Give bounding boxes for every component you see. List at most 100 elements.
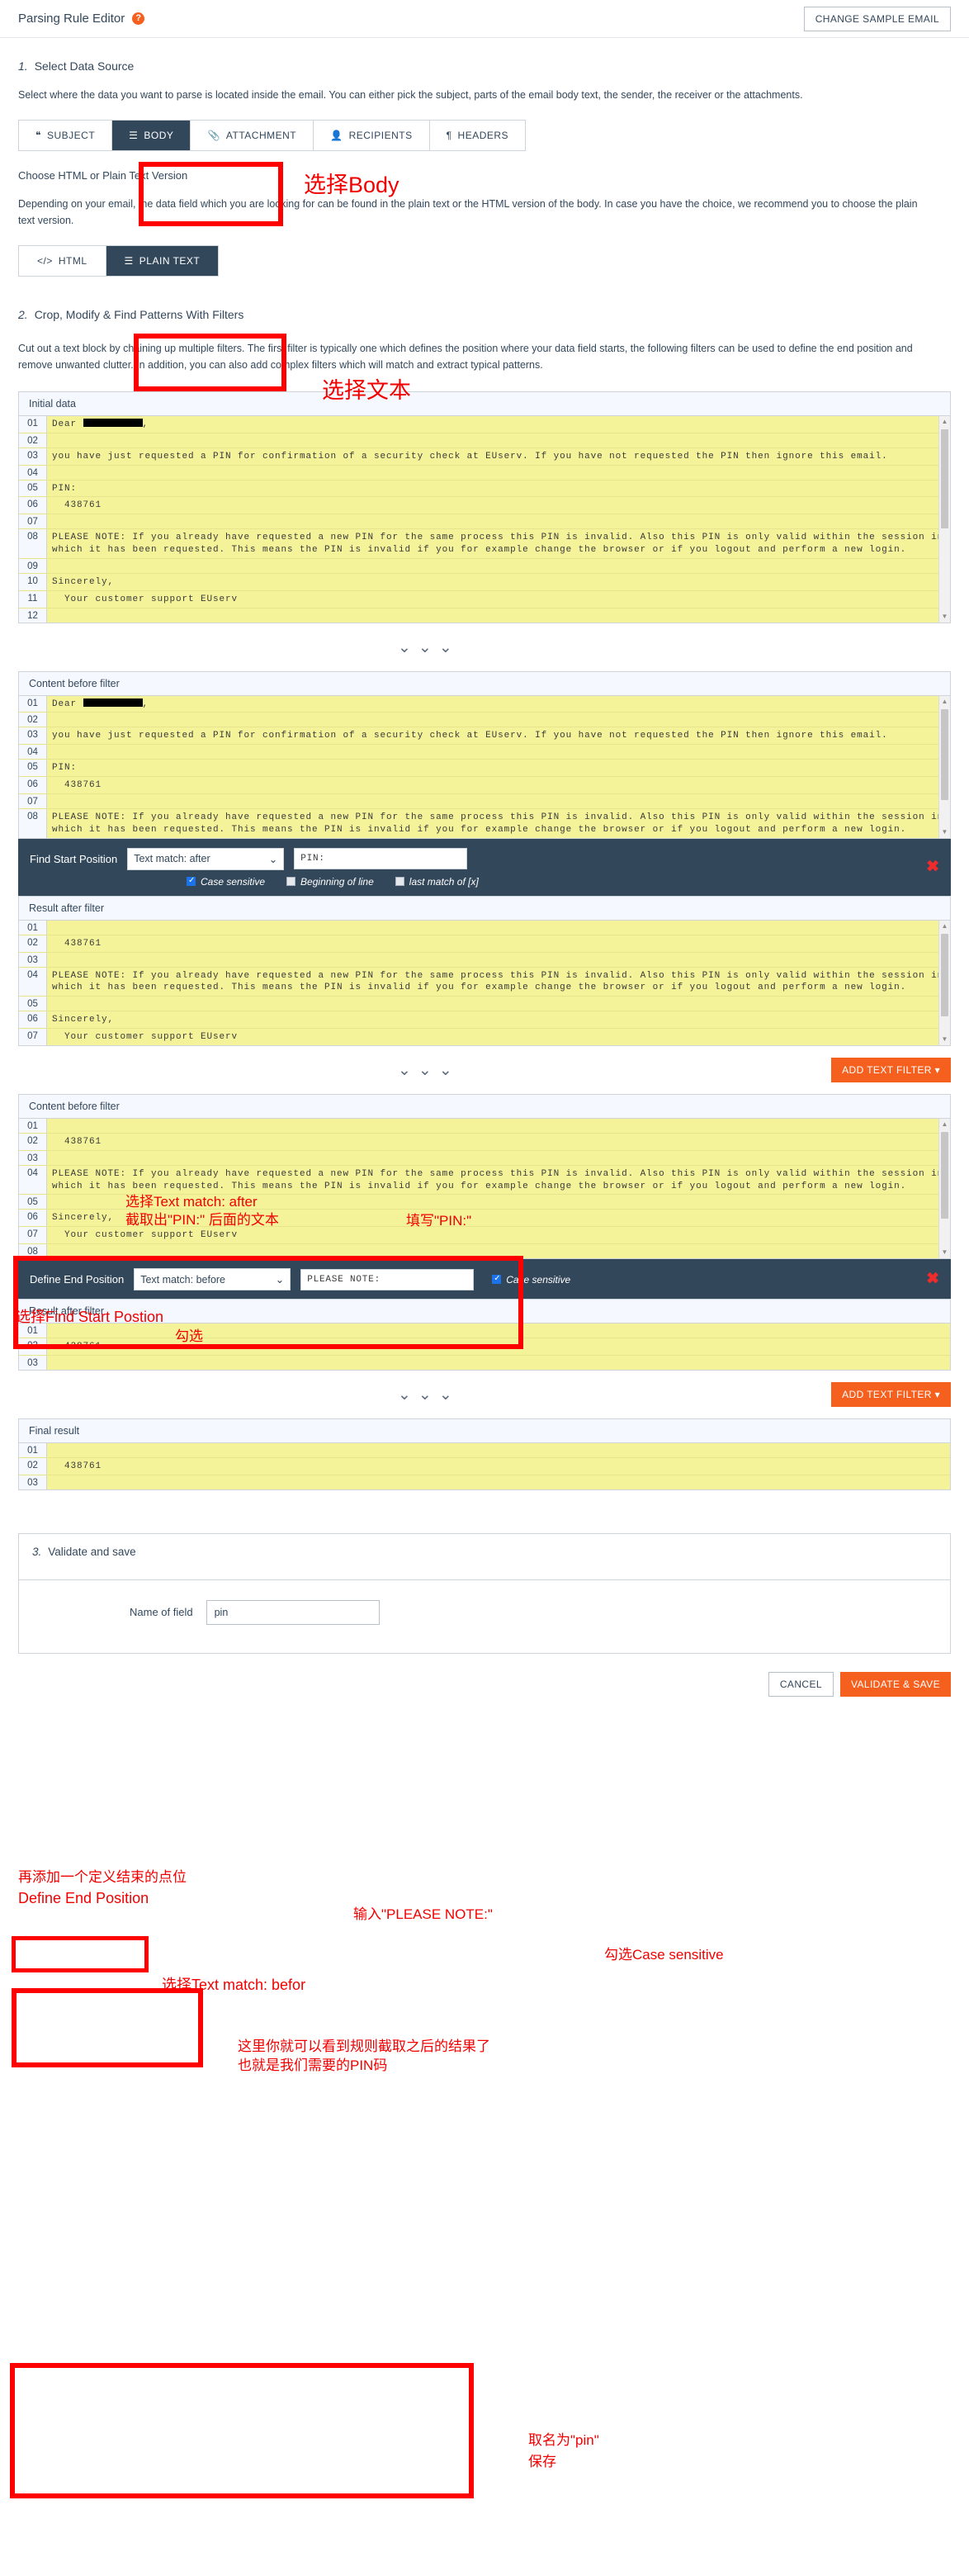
scrollbar-thumb[interactable] [941,429,948,528]
line-text [47,794,950,808]
scroll-down-icon[interactable]: ▼ [939,1247,950,1259]
content-before-filter-rows-1: 01 Dear , 02 03 you have just requested a PI… [19,695,950,838]
add-text-filter-button-2[interactable]: ADD TEXT FILTER ▾ [831,1381,951,1407]
line-text: PLEASE NOTE: If you already have request… [52,533,944,556]
line-number: 03 [19,727,47,745]
filter-label-2: Define End Position [30,1273,125,1286]
footer-buttons: CANCEL VALIDATE & SAVE [18,1671,951,1697]
tab-body[interactable]: ☰ BODY [112,121,191,151]
initial-data-panel: Initial data 01 Dear , 02 03 you have just r… [18,391,951,623]
step1-heading: 1. Select Data Source [0,38,969,73]
code-line: 12 [19,608,950,623]
question-mark-circle-icon[interactable]: ? [132,12,145,25]
final-result-code[interactable]: 01 02 438761 03 [19,1442,950,1489]
line-number: 04 [19,1165,47,1195]
code-line: 04 [19,745,950,760]
checkbox-box[interactable] [187,876,196,887]
scroll-down-icon[interactable]: ▼ [939,1033,950,1045]
checkbox-label: last match of [x] [409,875,479,888]
scrollbar-thumb[interactable] [941,1131,948,1219]
line-number: 01 [19,695,47,713]
line-number: 08 [19,529,47,558]
step3-title: Validate and save [48,1545,136,1558]
tab-attachment-label: ATTACHMENT [225,130,297,142]
line-text [47,466,950,480]
scrollbar-thumb[interactable] [941,933,948,1016]
tab-headers[interactable]: ¶ HEADERS [429,121,526,151]
scroll-up-icon[interactable]: ▲ [939,920,950,932]
scroll-up-icon[interactable]: ▲ [939,695,950,708]
line-number: 05 [19,480,47,497]
initial-data-scrollbar[interactable]: ▲ ▼ [938,415,950,623]
scroll-up-icon[interactable]: ▲ [939,415,950,428]
scroll-up-icon[interactable]: ▲ [939,1118,950,1130]
line-number: 11 [19,590,47,608]
tab-body-label: BODY [144,130,174,142]
code-line: 02 438761 [19,935,950,953]
result-after-filter-code-1[interactable]: 01 02 438761 03 04 PLEASE NOTE: If you alrea… [19,920,950,1045]
content-before-filter-scrollbar-2[interactable]: ▲ ▼ [938,1118,950,1259]
checkbox-box[interactable] [395,877,404,887]
code-line: 01 [19,1118,950,1134]
name-of-field-input[interactable] [206,1599,380,1625]
chevron-group-3: ⌄ ⌄ ⌄ [398,1387,452,1403]
filter-type-select-1[interactable]: Text match: after ⌄ [127,847,285,870]
checkbox-last-match-1[interactable]: last match of [x] [395,876,479,888]
checkbox-box[interactable] [286,877,296,887]
annotation-save: 保存 [528,2454,556,2469]
line-number: 07 [19,514,47,529]
parsing-rule-editor-page: Parsing Rule Editor ? CHANGE SAMPLE EMAI… [0,0,969,2576]
result-after-filter-scrollbar-1[interactable]: ▲ ▼ [938,920,950,1045]
line-text: PLEASE NOTE: If you already have request… [52,1168,944,1191]
tab-recipients[interactable]: 👤 RECIPIENTS [314,121,430,151]
code-line: 07 [19,794,950,809]
scroll-down-icon[interactable]: ▼ [939,610,950,623]
content-before-filter-code-1[interactable]: 01 Dear , 02 03 you have just requested a PI… [19,695,950,838]
result-after-filter-rows-1: 01 02 438761 03 04 PLEASE NOTE: If you alrea… [19,920,950,1045]
line-number: 06 [19,1011,47,1029]
line-number: 08 [19,1244,47,1259]
annotation-add-end-position-2: Define End Position [18,1890,149,1906]
validate-and-save-button[interactable]: VALIDATE & SAVE [839,1671,951,1697]
paperclip-icon: 📎 [207,130,220,142]
chevron-down-icon: ⌄ [418,639,432,657]
line-text [47,953,950,967]
content-before-filter-title-1: Content before filter [19,671,950,696]
initial-data-code[interactable]: 01 Dear , 02 03 you have just requested a PI… [19,415,950,623]
cancel-button[interactable]: CANCEL [768,1671,834,1697]
result-after-filter-code-2[interactable]: 01 02 438761 03 [19,1324,950,1370]
content-before-filter-scrollbar-1[interactable]: ▲ ▼ [938,695,950,838]
result-after-filter-title-1: Result after filter [19,896,950,921]
redacted-name [83,418,143,427]
close-x-icon[interactable]: ✖ [926,859,939,875]
line-number: 06 [19,1210,47,1227]
scrollbar-thumb[interactable] [941,708,948,800]
tab-attachment[interactable]: 📎 ATTACHMENT [191,121,314,151]
filter-type-value-1: Text match: after [134,853,210,865]
tab-html[interactable]: </> HTML [19,246,106,277]
line-number: 04 [19,465,47,480]
filter-text-input-1[interactable] [294,848,468,870]
checkbox-case-sensitive-1[interactable]: Case sensitive [187,876,265,888]
filter-type-select-2[interactable]: Text match: before ⌄ [134,1268,291,1291]
code-line: 04 PLEASE NOTE: If you already have reque… [19,1165,950,1196]
scroll-down-icon[interactable]: ▼ [939,826,950,838]
change-sample-email-button[interactable]: CHANGE SAMPLE EMAIL [803,6,951,31]
code-line: 04 PLEASE NOTE: If you already have reque… [19,967,950,997]
content-before-filter-code-2[interactable]: 01 02 438761 03 04 PLEASE NOTE: If you alrea… [19,1118,950,1259]
add-text-filter-button-1[interactable]: ADD TEXT FILTER ▾ [831,1057,951,1082]
tab-plain-text[interactable]: ☰ PLAIN TEXT [106,246,219,277]
annotation-check-case-sensitive: 勾选Case sensitive [604,1947,724,1963]
checkbox-beginning-of-line-1[interactable]: Beginning of line [286,876,374,888]
close-x-icon[interactable]: ✖ [926,1271,939,1287]
line-text: 438761 [52,1461,102,1471]
tab-subject[interactable]: ❝ SUBJECT [19,121,113,151]
code-line: 04 [19,465,950,481]
checkbox-case-sensitive-2[interactable]: Case sensitive [492,1274,570,1286]
filter-text-input-2[interactable] [300,1268,475,1290]
code-line: 07 Your customer support EUserv [19,1029,950,1045]
line-text: PIN: [52,483,78,494]
code-line: 05 [19,997,950,1012]
line-number: 03 [19,1475,47,1489]
checkbox-box[interactable] [492,1274,502,1285]
